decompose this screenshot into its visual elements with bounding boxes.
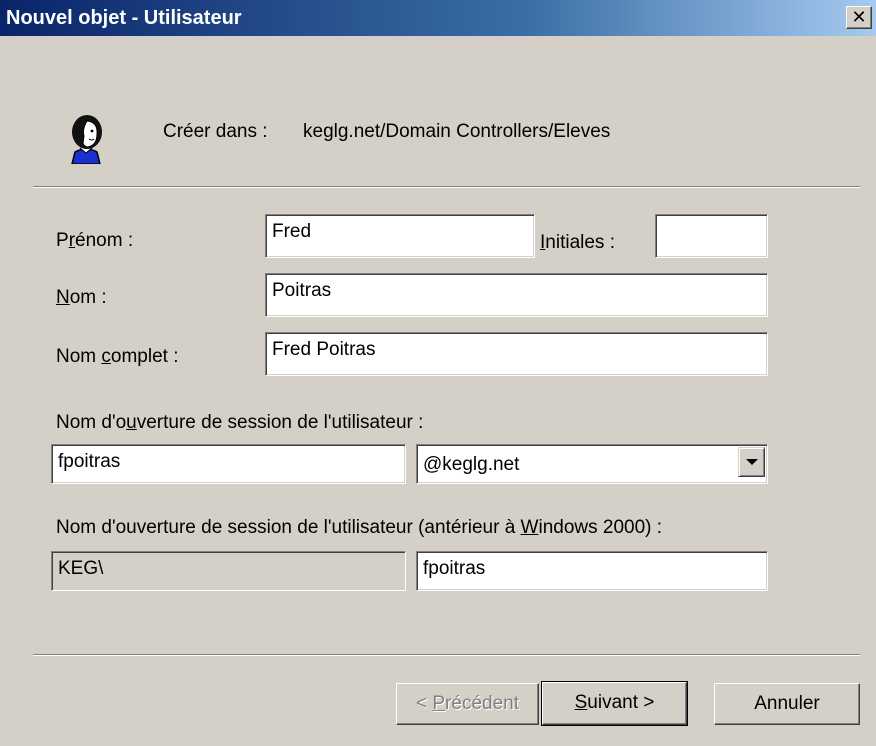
create-in-label: Créer dans : (163, 121, 268, 142)
full-name-label: Nom complet : (56, 346, 179, 367)
cancel-button[interactable]: Annuler (714, 683, 860, 725)
logon-name-input[interactable]: fpoitras (51, 444, 406, 484)
first-name-label: Prénom : (56, 230, 134, 251)
user-icon (71, 115, 102, 164)
title-bar[interactable]: Nouvel objet - Utilisateur ✕ (0, 0, 876, 36)
new-user-dialog: Nouvel objet - Utilisateur ✕ Créer dans … (0, 0, 876, 746)
close-icon: ✕ (851, 6, 867, 28)
back-button[interactable]: < Précédent (396, 683, 539, 725)
last-name-input[interactable]: Poitras (265, 273, 768, 317)
domain-prefix-field: KEG\ (51, 551, 406, 591)
logon-domain-select[interactable]: @keglg.net (416, 444, 768, 484)
initials-label: Initiales : (540, 232, 615, 253)
close-button[interactable]: ✕ (846, 6, 872, 29)
logon-domain-value: @keglg.net (423, 454, 520, 475)
logon-pre2000-input[interactable]: fpoitras (416, 551, 768, 591)
separator-top (33, 186, 860, 188)
logon-pre2000-label: Nom d'ouverture de session de l'utilisat… (56, 517, 663, 538)
chevron-down-icon[interactable] (738, 447, 765, 477)
initials-input[interactable] (655, 214, 768, 258)
separator-bottom (33, 654, 860, 656)
logon-name-label: Nom d'ouverture de session de l'utilisat… (56, 412, 424, 433)
window-title: Nouvel objet - Utilisateur (6, 7, 242, 29)
last-name-label: Nom : (56, 287, 107, 308)
create-in-path: keglg.net/Domain Controllers/Eleves (303, 121, 611, 142)
full-name-input[interactable]: Fred Poitras (265, 332, 768, 376)
next-button[interactable]: Suivant > (541, 681, 688, 726)
first-name-input[interactable]: Fred (265, 214, 535, 258)
